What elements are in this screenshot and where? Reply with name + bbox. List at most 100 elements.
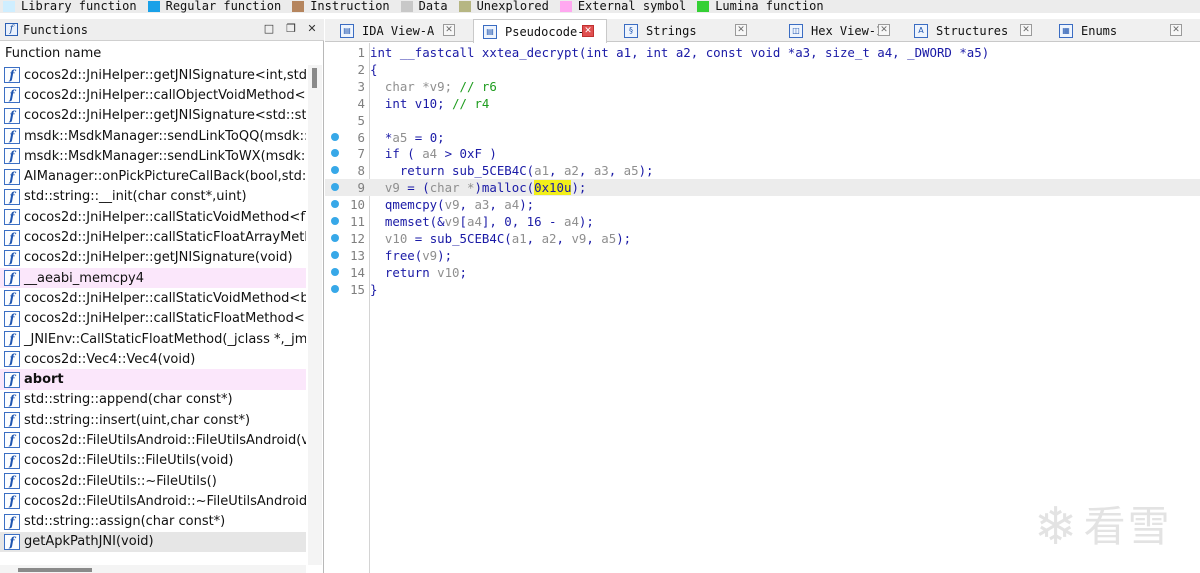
breakpoint-marker-icon[interactable] xyxy=(331,284,339,293)
vertical-scrollbar[interactable] xyxy=(308,65,322,565)
breakpoint-marker-icon[interactable] xyxy=(331,200,339,209)
function-list-item[interactable]: f std::string::insert(uint,char const*) xyxy=(0,410,306,430)
tab-enums[interactable]: ▦ Enums ✕ xyxy=(1050,19,1190,42)
function-list-item[interactable]: f cocos2d::JniHelper::callStaticFloatArra… xyxy=(0,227,306,247)
functions-panel: f Functions □ ❐ ✕ Function name f cocos2d… xyxy=(0,19,324,573)
horizontal-scrollbar[interactable] xyxy=(0,565,306,573)
close-tab-icon[interactable]: ✕ xyxy=(735,24,747,36)
code-line[interactable]: 11 memset(&v9[a4], 0, 16 - a4); xyxy=(325,213,1200,230)
function-list-item[interactable]: f cocos2d::Vec4::Vec4(void) xyxy=(0,349,306,369)
function-list-item[interactable]: f msdk::MsdkManager::sendLinkToWX(msdk::e xyxy=(0,146,306,166)
function-list-item[interactable]: f cocos2d::FileUtilsAndroid::FileUtilsAnd… xyxy=(0,430,306,450)
function-icon: f xyxy=(4,128,20,145)
code-text: *a5 = 0; xyxy=(370,129,445,145)
legend-label: Library function xyxy=(21,0,137,13)
breakpoint-marker-icon[interactable] xyxy=(331,183,339,192)
float-window-icon[interactable]: □ xyxy=(262,22,276,36)
function-list-item[interactable]: f getApkPathJNI(void) xyxy=(0,531,306,553)
function-icon: f xyxy=(4,391,20,408)
code-line[interactable]: 2{ xyxy=(325,61,1200,78)
line-number: 7 xyxy=(357,146,365,162)
tab-ida-view-a[interactable]: ▤ IDA View-A ✕ xyxy=(331,19,463,42)
column-header-function-name[interactable]: Function name xyxy=(0,44,324,64)
function-list-item[interactable]: f _JNIEnv::CallStaticFloatMethod(_jclass … xyxy=(0,329,306,349)
function-name: msdk::MsdkManager::sendLinkToQQ(msdk::e xyxy=(24,128,306,144)
close-tab-icon[interactable]: ✕ xyxy=(1020,24,1032,36)
code-line[interactable]: 1 int __fastcall xxtea_decrypt(int a1, in… xyxy=(325,44,1200,61)
tab-label: IDA View-A xyxy=(362,23,435,38)
line-number: 5 xyxy=(357,112,365,128)
function-list-item[interactable]: f cocos2d::FileUtils::~FileUtils() xyxy=(0,471,306,491)
code-line[interactable]: 10 qmemcpy(v9, a3, a4); xyxy=(325,196,1200,213)
function-list-item[interactable]: f std::string::__init(char const*,uint) xyxy=(0,187,306,207)
breakpoint-marker-icon[interactable] xyxy=(331,149,339,158)
close-tab-icon[interactable]: ✕ xyxy=(1170,24,1182,36)
hex-view-icon: ◫ xyxy=(789,23,803,38)
breakpoint-marker-icon[interactable] xyxy=(331,267,339,276)
function-icon: f xyxy=(4,533,20,550)
function-name: cocos2d::FileUtilsAndroid::~FileUtilsAnd… xyxy=(24,493,306,509)
tab-pseudocode-a[interactable]: ▤ Pseudocode-A ✕ xyxy=(473,19,607,43)
code-line[interactable]: 7 if ( a4 > 0xF ) xyxy=(325,145,1200,162)
snowflake-icon: ❄ xyxy=(1034,497,1078,557)
pseudocode-icon: ▤ xyxy=(483,24,497,39)
legend-item: Instruction xyxy=(289,0,390,13)
function-list-item[interactable]: f __aeabi_memcpy4 xyxy=(0,267,306,289)
breakpoint-marker-icon[interactable] xyxy=(331,233,339,242)
watermark-text: 看雪 xyxy=(1083,502,1172,551)
scrollbar-thumb[interactable] xyxy=(18,568,92,572)
code-line[interactable]: 3 char *v9; // r6 xyxy=(325,78,1200,95)
breakpoint-marker-icon[interactable] xyxy=(331,250,339,259)
function-list-item[interactable]: f cocos2d::FileUtilsAndroid::~FileUtilsAn… xyxy=(0,491,306,511)
function-icon: f xyxy=(4,107,20,124)
function-name: cocos2d::JniHelper::getJNISignature<int,… xyxy=(24,67,306,83)
close-icon[interactable]: ✕ xyxy=(305,22,319,36)
close-tab-icon[interactable]: ✕ xyxy=(878,24,890,36)
close-tab-icon[interactable]: ✕ xyxy=(582,25,594,37)
legend-item: Lumina function xyxy=(694,0,824,13)
ida-view-icon: ▤ xyxy=(340,23,354,38)
restore-window-icon[interactable]: ❐ xyxy=(284,22,298,36)
line-number: 13 xyxy=(350,247,365,263)
tab-structures[interactable]: A Structures ✕ xyxy=(905,19,1040,42)
function-icon: f xyxy=(4,209,20,226)
code-line[interactable]: 12 v10 = sub_5CEB4C(a1, a2, v9, a5); xyxy=(325,230,1200,247)
code-line[interactable]: 5 xyxy=(325,112,1200,129)
function-name: cocos2d::JniHelper::callStaticVoidMethod… xyxy=(24,290,306,306)
function-list-item[interactable]: f cocos2d::JniHelper::callStaticVoidMetho… xyxy=(0,288,306,308)
function-icon: f xyxy=(4,290,20,307)
close-tab-icon[interactable]: ✕ xyxy=(443,24,455,36)
function-list-item[interactable]: f std::string::assign(char const*) xyxy=(0,512,306,532)
function-name: __aeabi_memcpy4 xyxy=(24,270,144,286)
function-list-item[interactable]: f cocos2d::JniHelper::callStaticFloatMeth… xyxy=(0,309,306,329)
legend-item: External symbol xyxy=(557,0,686,13)
function-list-item[interactable]: f cocos2d::JniHelper::getJNISignature(voi… xyxy=(0,248,306,268)
code-line[interactable]: 15} xyxy=(325,281,1200,298)
function-list-item[interactable]: f cocos2d::JniHelper::getJNISignature<std… xyxy=(0,106,306,126)
code-text: if ( a4 > 0xF ) xyxy=(370,146,497,162)
function-list-item[interactable]: f cocos2d::FileUtils::FileUtils(void) xyxy=(0,451,306,471)
breakpoint-marker-icon[interactable] xyxy=(331,217,339,225)
pseudocode-view[interactable]: 1 int __fastcall xxtea_decrypt(int a1, in… xyxy=(325,43,1200,573)
code-line[interactable]: 13 free(v9); xyxy=(325,247,1200,264)
tab-strings[interactable]: § Strings ✕ xyxy=(615,19,755,42)
function-icon: f xyxy=(4,148,20,165)
code-line[interactable]: 14 return v10; xyxy=(325,264,1200,281)
code-line[interactable]: 6 *a5 = 0; xyxy=(325,129,1200,146)
function-list-item[interactable]: f abort xyxy=(0,369,306,390)
code-line[interactable]: 9 v9 = (char *)malloc(0x10u); xyxy=(325,179,1200,197)
function-list-item[interactable]: f cocos2d::JniHelper::callStaticVoidMetho… xyxy=(0,207,306,227)
tab-hex-view-1[interactable]: ◫ Hex View-1 ✕ xyxy=(780,19,898,42)
enums-icon: ▦ xyxy=(1059,23,1073,38)
breakpoint-marker-icon[interactable] xyxy=(331,166,339,175)
function-list-item[interactable]: f std::string::append(char const*) xyxy=(0,390,306,410)
function-list-item[interactable]: f msdk::MsdkManager::sendLinkToQQ(msdk::e xyxy=(0,126,306,146)
function-list-item[interactable]: f AIManager::onPickPictureCallBack(bool,s… xyxy=(0,166,306,186)
breakpoint-marker-icon[interactable] xyxy=(331,132,339,141)
function-list-item[interactable]: f cocos2d::JniHelper::getJNISignature<int… xyxy=(0,65,306,85)
function-list-item[interactable]: f cocos2d::JniHelper::callObjectVoidMetho… xyxy=(0,85,306,105)
scrollbar-thumb[interactable] xyxy=(312,68,317,88)
code-line[interactable]: 4 int v10; // r4 xyxy=(325,95,1200,112)
code-line[interactable]: 8 return sub_5CEB4C(a1, a2, a3, a5); xyxy=(325,162,1200,179)
legend-label: External symbol xyxy=(577,0,687,13)
